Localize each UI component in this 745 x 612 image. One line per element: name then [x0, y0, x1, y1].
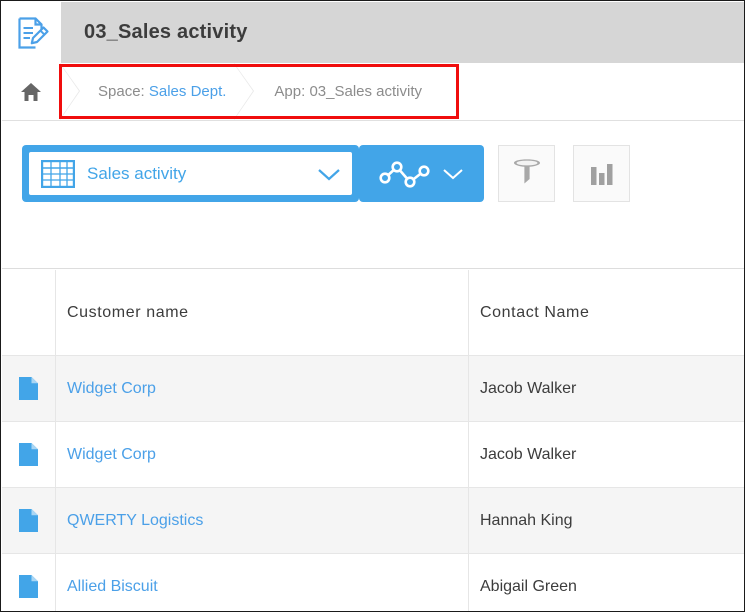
- breadcrumb-space[interactable]: Space: Sales Dept.: [82, 63, 234, 120]
- table-header-row: Customer name Contact Name: [2, 270, 745, 356]
- cell-customer: QWERTY Logistics: [56, 488, 469, 553]
- document-icon: [19, 377, 38, 400]
- row-open-icon-cell[interactable]: [2, 422, 56, 487]
- customer-link[interactable]: Allied Biscuit: [67, 578, 158, 596]
- records-table: Customer name Contact Name Widget Corp J…: [2, 270, 745, 612]
- customer-link[interactable]: QWERTY Logistics: [67, 512, 203, 530]
- document-edit-icon: [14, 15, 50, 51]
- chart-chevron-down-icon[interactable]: [441, 166, 465, 181]
- app-window: 03_Sales activity Space: Sales Dept. App…: [0, 0, 745, 612]
- funnel-filter-icon: [512, 158, 542, 190]
- breadcrumb-space-prefix: Space:: [98, 83, 145, 100]
- breadcrumb: Space: Sales Dept. App: 03_Sales activit…: [2, 63, 745, 121]
- cell-customer: Widget Corp: [56, 422, 469, 487]
- bar-chart-icon: [589, 160, 615, 188]
- page-title: 03_Sales activity: [84, 21, 248, 44]
- breadcrumb-separator-2: [234, 63, 256, 120]
- view-selector-inner: Sales activity: [29, 152, 352, 195]
- header-cell-icon: [2, 270, 56, 355]
- table-row[interactable]: Widget Corp Jacob Walker: [2, 422, 745, 488]
- cell-customer: Allied Biscuit: [56, 554, 469, 612]
- document-icon: [19, 443, 38, 466]
- document-icon: [19, 509, 38, 532]
- cell-contact: Jacob Walker: [469, 422, 745, 487]
- document-icon: [19, 575, 38, 598]
- view-toolbar: Sales activity: [2, 121, 745, 269]
- breadcrumb-app[interactable]: App: 03_Sales activity: [256, 63, 430, 120]
- app-icon[interactable]: [2, 2, 61, 63]
- chart-view-button[interactable]: [359, 145, 484, 202]
- home-icon: [20, 81, 42, 103]
- cell-contact: Jacob Walker: [469, 356, 745, 421]
- customer-link[interactable]: Widget Corp: [67, 380, 156, 398]
- line-chart-icon: [379, 158, 431, 190]
- view-selector[interactable]: Sales activity: [22, 145, 359, 202]
- table-grid-icon: [41, 160, 75, 188]
- row-open-icon-cell[interactable]: [2, 488, 56, 553]
- app-header: 03_Sales activity: [2, 2, 745, 63]
- filter-button[interactable]: [498, 145, 555, 202]
- row-open-icon-cell[interactable]: [2, 554, 56, 612]
- cell-customer: Widget Corp: [56, 356, 469, 421]
- customer-link[interactable]: Widget Corp: [67, 446, 156, 464]
- header-cell-contact: Contact Name: [469, 270, 745, 355]
- chevron-down-icon[interactable]: [316, 166, 342, 182]
- view-selector-label: Sales activity: [87, 164, 316, 184]
- header-cell-customer: Customer name: [56, 270, 469, 355]
- home-button[interactable]: [2, 63, 60, 120]
- breadcrumb-space-link[interactable]: Sales Dept.: [149, 83, 227, 100]
- table-row[interactable]: Allied Biscuit Abigail Green: [2, 554, 745, 612]
- cell-contact: Abigail Green: [469, 554, 745, 612]
- breadcrumb-separator: [60, 63, 82, 120]
- cell-contact: Hannah King: [469, 488, 745, 553]
- table-row[interactable]: Widget Corp Jacob Walker: [2, 356, 745, 422]
- row-open-icon-cell[interactable]: [2, 356, 56, 421]
- graph-button[interactable]: [573, 145, 630, 202]
- app-title-bar: 03_Sales activity: [61, 2, 745, 63]
- table-row[interactable]: QWERTY Logistics Hannah King: [2, 488, 745, 554]
